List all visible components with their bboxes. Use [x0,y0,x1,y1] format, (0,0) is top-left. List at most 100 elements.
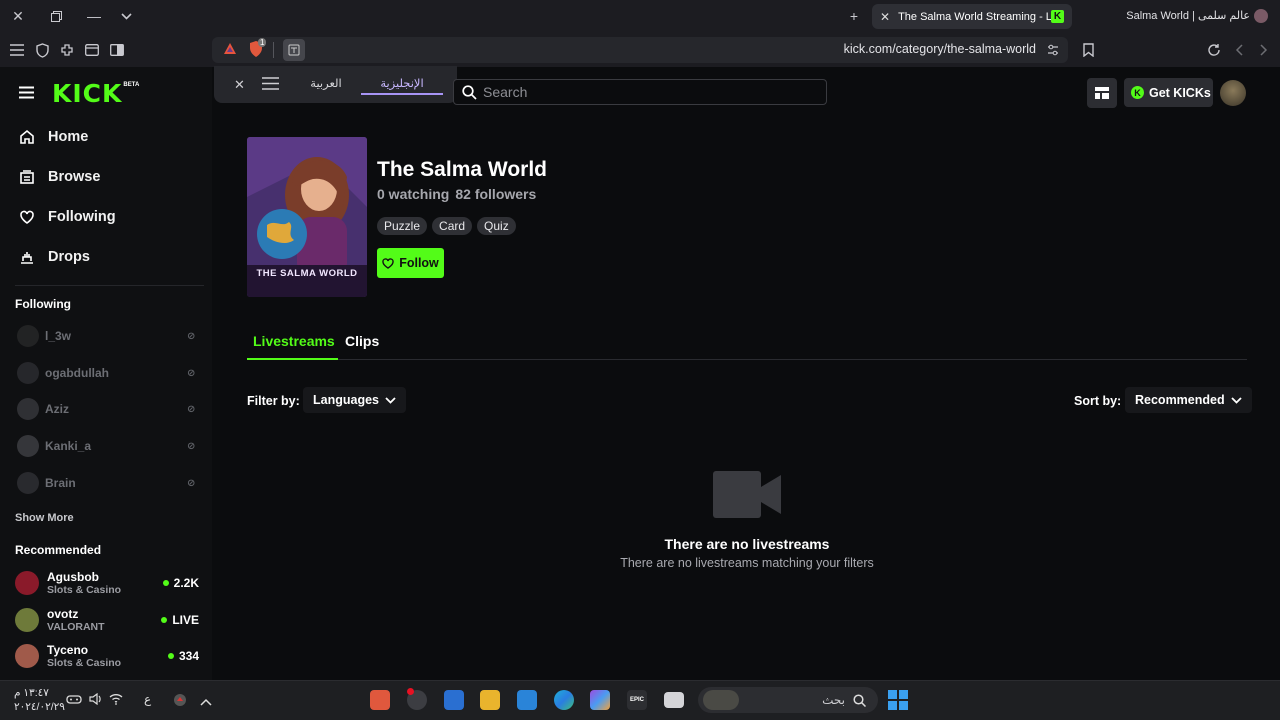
bookmark-icon[interactable] [1080,42,1096,58]
search-placeholder: Search [483,84,528,100]
following-item[interactable]: Aziz ⊘ [17,397,199,421]
window-title: Salma World | عالم سلمى [1126,10,1250,22]
offline-icon: ⊘ [187,478,196,489]
tab-clips[interactable]: Clips [345,333,379,349]
epic-games-icon[interactable]: EPIC [627,690,647,710]
avatar [15,608,39,632]
sidebar-item-label: Drops [48,249,90,265]
heart-icon [382,257,394,269]
avatar [15,644,39,668]
forward-icon[interactable] [1256,42,1272,58]
store-icon[interactable] [444,690,464,710]
tab-active[interactable]: ✕ The Salma World Streaming - Liv K [872,4,1072,29]
close-tab-icon[interactable]: ✕ [880,10,890,24]
user-avatar[interactable] [1220,80,1246,106]
reload-icon[interactable] [1206,42,1222,58]
logo-beta-badge: BETA [123,82,140,88]
show-more-link[interactable]: Show More [15,512,74,524]
antivirus-tray-icon[interactable] [172,692,188,708]
close-icon[interactable]: ✕ [234,77,245,93]
offline-icon: ⊘ [187,404,196,415]
cover-title: THE SALMA WORLD [256,268,358,279]
sidebar-item-drops[interactable]: Drops [19,249,90,265]
menu-icon[interactable] [262,77,279,93]
following-item[interactable]: Kanki_a ⊘ [17,434,199,458]
back-icon[interactable] [1231,42,1247,58]
restore-window-icon[interactable] [48,8,64,24]
mail-icon[interactable] [517,690,537,710]
file-explorer-icon[interactable] [480,690,500,710]
brave-shields-icon[interactable]: 1 [248,38,267,58]
volume-icon[interactable] [89,692,103,706]
menu-icon[interactable] [9,42,25,58]
close-window-icon[interactable]: ✕ [10,8,26,24]
sidebar-item-browse[interactable]: Browse [19,169,100,185]
channel-name: Kanki_a [45,439,92,453]
following-heading: Following [15,297,71,311]
extensions-icon[interactable] [59,42,75,58]
recommended-item[interactable]: Tyceno Slots & Casino 334 [15,640,199,672]
channel-category: VALORANT [47,620,105,633]
clock-time: ١٣:٤٧ م [14,687,49,699]
follow-button[interactable]: Follow [377,248,444,278]
minimize-window-icon[interactable]: — [86,8,102,24]
avatar [17,362,39,384]
translate-lang-source[interactable]: العربية [292,76,360,90]
logo-text: KICK [52,79,123,108]
site-settings-icon[interactable] [1046,43,1060,57]
sidebar-item-home[interactable]: Home [19,129,88,145]
window-app-icon[interactable] [664,692,684,708]
recommended-item[interactable]: Agusbob Slots & Casino 2.2K [15,567,199,599]
following-item[interactable]: ogabdullah ⊘ [17,361,199,385]
address-bar[interactable]: 1 kick.com/category/the-salma-world [212,37,1068,63]
following-item[interactable]: l_3w ⊘ [17,324,199,348]
clock-date: ٢٠٢٤/٠٢/٢٩ [14,701,65,713]
following-item[interactable]: Brain ⊘ [17,471,199,495]
taskbar-clock[interactable]: ١٣:٤٧ م ٢٠٢٤/٠٢/٢٩ [14,686,65,714]
tag-puzzle[interactable]: Puzzle [377,217,428,235]
offline-icon: ⊘ [187,331,196,342]
tag-card[interactable]: Card [432,217,473,235]
search-input[interactable]: Search [453,79,827,105]
new-tab-button[interactable]: + [846,8,862,24]
content-tabs: Livestreams Clips [247,330,1247,360]
sidebar-toggle-icon[interactable] [109,42,125,58]
category-tags: Puzzle Card Quiz [377,217,516,235]
viewer-count-text: 2.2K [173,576,199,590]
tag-quiz[interactable]: Quiz [477,217,516,235]
get-kicks-button[interactable]: K Get KICKs [1124,78,1213,107]
wallet-icon[interactable] [84,42,100,58]
hamburger-menu-icon[interactable] [19,86,35,100]
translate-icon[interactable] [283,39,305,61]
windows-start-icon[interactable] [888,690,908,710]
chevron-down-icon[interactable] [118,8,134,24]
taskbar-search-label: بحث [822,693,845,707]
sidebar-item-following[interactable]: Following [19,209,116,225]
profile-avatar[interactable] [1254,9,1268,23]
translate-lang-target[interactable]: الإنجليزية [361,76,443,90]
filter-label: Filter by: [247,394,300,408]
kick-logo[interactable]: KICK BETA [52,79,139,108]
sort-select[interactable]: Recommended [1125,387,1252,413]
brave-rewards-icon[interactable] [223,42,237,56]
language-filter-select[interactable]: Languages [303,387,406,413]
dashboard-button[interactable] [1087,78,1117,108]
sort-value: Recommended [1135,393,1225,407]
input-language[interactable]: ع [144,692,151,706]
tab-livestreams[interactable]: Livestreams [253,333,335,349]
wifi-icon[interactable] [109,692,123,706]
bluetooth-devices-icon[interactable] [66,692,82,706]
recommended-item[interactable]: ovotz VALORANT LIVE [15,604,199,636]
copilot-icon[interactable] [590,690,610,710]
sort-label: Sort by: [1074,394,1122,408]
active-tab-indicator [247,358,338,360]
channel-category: Slots & Casino [47,583,122,596]
shield-icon[interactable] [34,42,50,58]
sidebar-item-label: Home [48,129,89,145]
search-icon [853,693,866,707]
chevron-up-icon[interactable] [200,693,212,706]
video-camera-icon [713,471,781,518]
edge-icon[interactable] [554,690,574,710]
brave-taskbar-icon[interactable] [370,690,390,710]
kicks-coin-icon: K [1131,86,1144,99]
